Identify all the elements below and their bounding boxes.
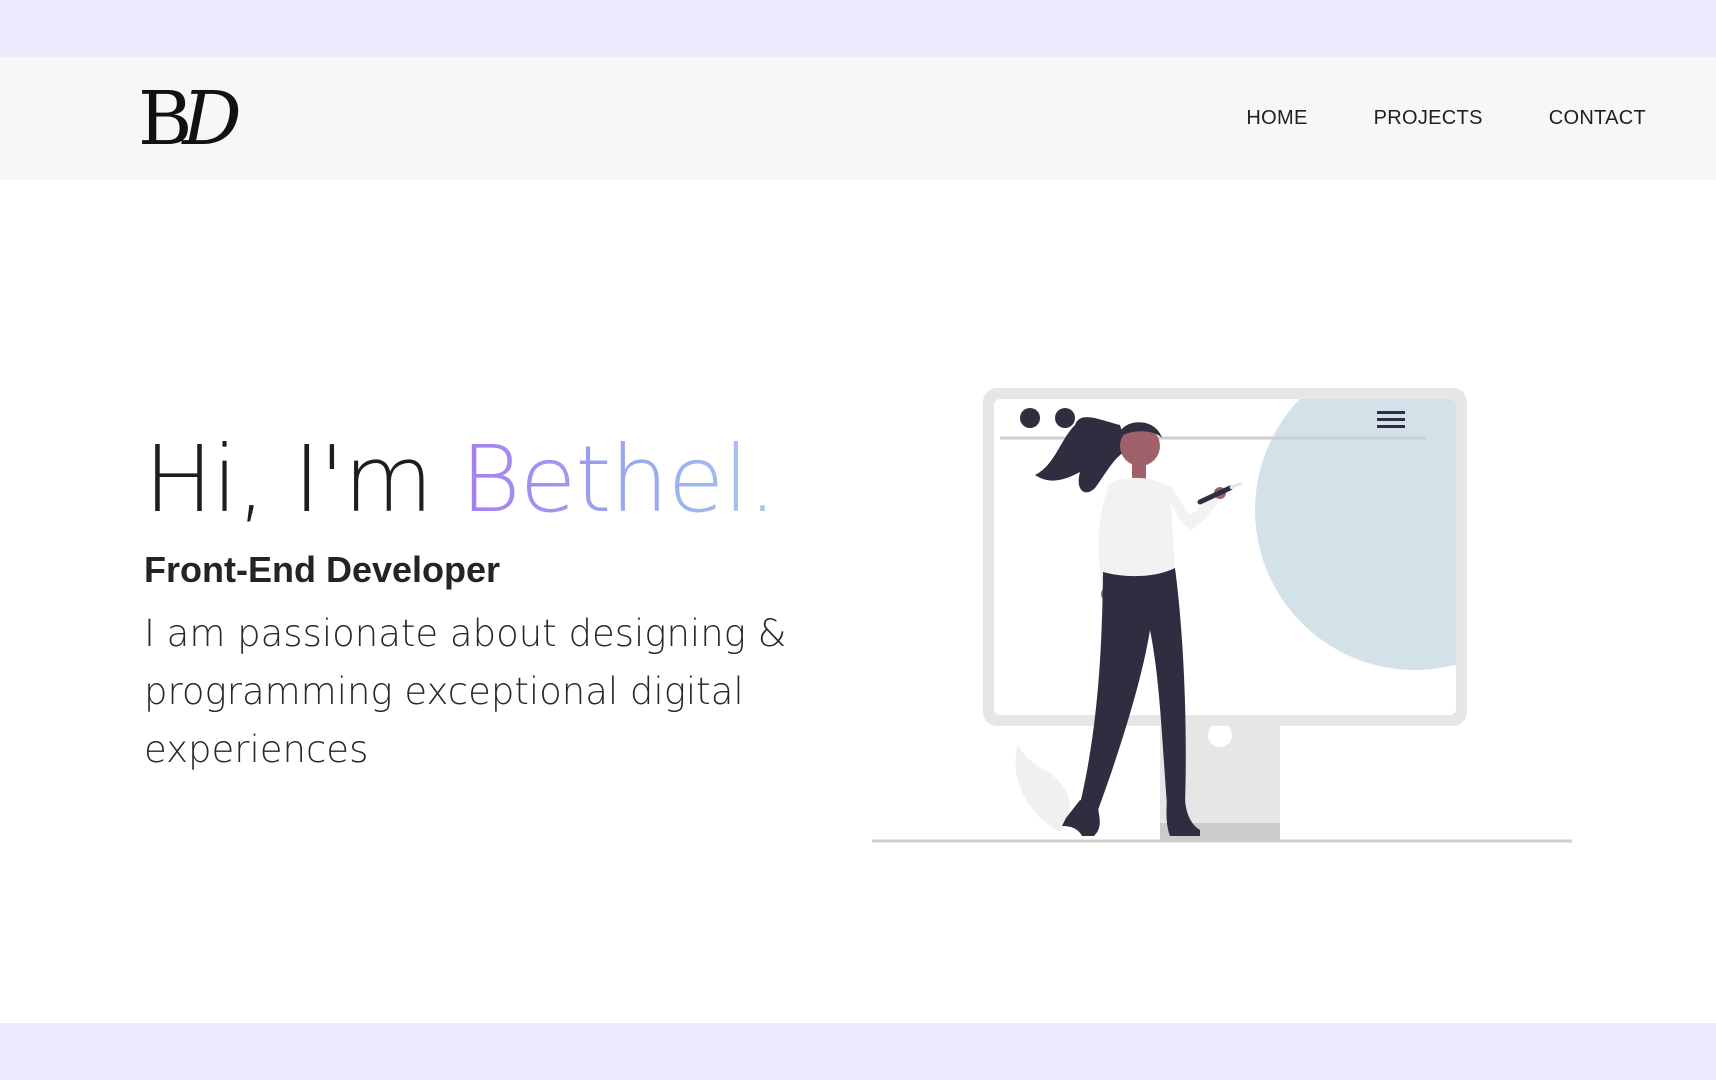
navbar: BD HOME PROJECTS CONTACT [0, 57, 1716, 180]
logo-letter-b: B [138, 76, 192, 162]
top-band [0, 0, 1716, 57]
hero-intro: Hi, I'm Bethel. Front-End Developer I am… [144, 425, 864, 779]
main-nav: HOME PROJECTS CONTACT [1246, 57, 1646, 180]
hero-greeting: Hi, I'm Bethel. [144, 425, 864, 535]
leaf-decoration [1015, 745, 1070, 832]
nav-contact[interactable]: CONTACT [1549, 107, 1646, 130]
woman-drawing-on-monitor-illustration [872, 388, 1572, 843]
greeting-text: Hi, I'm [144, 426, 461, 533]
browser-dot-2 [1055, 408, 1075, 428]
nav-projects[interactable]: PROJECTS [1374, 107, 1483, 130]
stand-hole [1208, 723, 1232, 747]
logo[interactable]: BD [138, 76, 242, 162]
hero-tagline: I am passionate about designing & progra… [144, 612, 787, 771]
hero-role: Front-End Developer [144, 549, 501, 590]
page: BD HOME PROJECTS CONTACT Hi, I'm Bethel.… [0, 0, 1716, 1080]
browser-dot-1 [1020, 408, 1040, 428]
logo-letter-d: D [182, 76, 241, 162]
bottom-band [0, 1023, 1716, 1080]
hamburger-menu-icon [1377, 411, 1405, 428]
nav-home[interactable]: HOME [1246, 107, 1307, 130]
hero-name: Bethel. [460, 426, 778, 533]
